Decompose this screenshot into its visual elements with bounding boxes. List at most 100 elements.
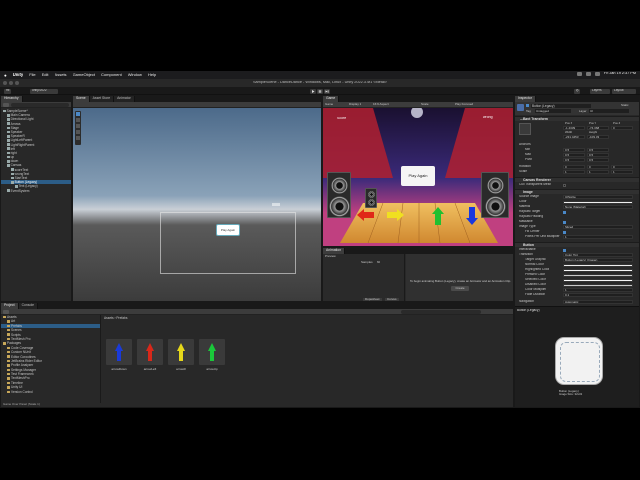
pause-button[interactable] (317, 88, 323, 94)
breadcrumb-assets[interactable]: Assets (104, 316, 114, 320)
breadcrumb-prefabs[interactable]: Prefabs (116, 316, 127, 320)
step-button[interactable] (324, 88, 330, 94)
dopesheet-button[interactable]: Dopesheet (363, 298, 382, 301)
scene-viewport[interactable]: Play Again (73, 108, 321, 301)
color-multiplier-field[interactable]: 1 (563, 288, 633, 293)
menu-component[interactable]: Component (101, 73, 122, 77)
max-y-field[interactable]: 0.5 (587, 153, 609, 158)
battery-icon[interactable] (585, 72, 591, 76)
scale-tool-icon[interactable] (76, 130, 80, 134)
rotate-tool-icon[interactable] (76, 124, 80, 128)
fade-duration-field[interactable]: 0.1 (563, 293, 633, 298)
raycast-target-checkbox[interactable] (563, 210, 566, 214)
menu-file[interactable]: File (29, 73, 35, 77)
transition-dropdown[interactable]: Color Tint (563, 253, 633, 258)
rect-transform-header[interactable]: Rect Transform (515, 116, 639, 122)
min-x-field[interactable]: 0.5 (563, 148, 585, 153)
control-center-icon[interactable] (594, 72, 600, 76)
pivot-x-field[interactable]: 0.5 (563, 158, 585, 163)
animation-timeline[interactable]: To begin animating Button (Legacy), crea… (406, 254, 513, 301)
asset-item[interactable]: arrowDown (106, 339, 132, 371)
static-toggle[interactable]: Static (621, 104, 629, 107)
layers-dropdown[interactable]: Layers (590, 88, 610, 94)
preview-toggle[interactable]: Preview (325, 255, 336, 258)
rotation-z-field[interactable]: 0 (611, 165, 633, 170)
branch-dropdown[interactable]: unity/2022 (30, 88, 58, 94)
move-tool-icon[interactable] (76, 118, 80, 122)
pivot-y-field[interactable]: 0.5 (587, 158, 609, 163)
asset-item[interactable]: arrowUp (199, 339, 225, 371)
color-swatch[interactable] (563, 200, 633, 204)
display-dropdown[interactable]: Display 1 (349, 103, 361, 106)
pos-z-field[interactable]: 0 (611, 126, 633, 131)
navigation-dropdown[interactable]: Automatic (563, 300, 633, 305)
ppu-field[interactable]: 1 (563, 235, 633, 240)
interactable-checkbox[interactable] (563, 248, 566, 252)
menu-gameobject[interactable]: GameObject (73, 73, 95, 77)
menu-edit[interactable]: Edit (42, 73, 49, 77)
object-name-field[interactable]: Button (Legacy) (531, 103, 591, 108)
canvas-renderer-header[interactable]: Canvas Renderer (515, 177, 639, 183)
anchors-foldout[interactable]: Anchors (519, 143, 531, 146)
maskable-checkbox[interactable] (563, 220, 566, 224)
play-button[interactable] (310, 88, 316, 94)
game-play-again-button[interactable]: Play Again (401, 166, 435, 186)
raycast-padding-foldout[interactable]: Raycast Padding (519, 215, 543, 218)
scale-z-field[interactable]: 1 (611, 170, 633, 175)
account-dropdown[interactable]: ml (4, 88, 12, 94)
scale-x-field[interactable]: 1 (563, 170, 585, 175)
tag-dropdown[interactable]: Untagged (535, 109, 571, 113)
asset-item[interactable]: arrowLeft (137, 339, 163, 371)
play-focused-dropdown[interactable]: Play Focused (455, 103, 473, 106)
scale-slider[interactable]: Scale (421, 103, 429, 106)
menu-help[interactable]: Help (148, 73, 156, 77)
add-object-button[interactable] (3, 103, 9, 107)
normal-color-swatch[interactable] (563, 263, 633, 267)
menu-window[interactable]: Window (128, 73, 142, 77)
curves-button[interactable]: Curves (385, 298, 399, 301)
cull-transparent-checkbox[interactable] (563, 183, 566, 187)
game-mode-dropdown[interactable]: Game (325, 103, 333, 106)
scale-y-field[interactable]: 1 (587, 170, 609, 175)
image-component-header[interactable]: Image (515, 189, 639, 195)
search-button[interactable] (574, 88, 580, 94)
rotation-x-field[interactable]: 0 (563, 165, 585, 170)
asset-item[interactable]: arrowR (168, 339, 194, 371)
material-field[interactable]: None (Material) (563, 205, 633, 210)
game-viewport[interactable]: Score wrong Play Again (323, 108, 513, 246)
active-checkbox[interactable] (526, 104, 529, 107)
folder-tree-item[interactable]: Version Control (1, 390, 100, 394)
source-image-field[interactable]: UISprite (563, 195, 633, 200)
target-graphic-field[interactable]: Button (Legacy) (Image) (563, 258, 633, 263)
aspect-dropdown[interactable]: 16:9 Aspect (373, 103, 389, 106)
project-search-input[interactable] (401, 310, 481, 314)
fill-center-checkbox[interactable] (563, 230, 566, 234)
samples-field[interactable]: 60 (377, 261, 380, 264)
menu-app-name[interactable]: Unity (13, 73, 23, 77)
min-y-field[interactable]: 0.5 (587, 148, 609, 153)
height-field[interactable]: -109.33 (587, 135, 609, 140)
selected-color-swatch[interactable] (563, 278, 633, 282)
layout-dropdown[interactable]: Layout (612, 88, 636, 94)
pos-y-field[interactable]: -74.368 (587, 126, 609, 131)
hand-tool-icon[interactable] (76, 112, 80, 116)
create-asset-button[interactable] (3, 310, 9, 314)
rotation-y-field[interactable]: 0 (587, 165, 609, 170)
hierarchy-item[interactable]: EventSystem (1, 189, 71, 193)
menu-assets[interactable]: Assets (55, 73, 67, 77)
layer-dropdown[interactable]: UI (589, 109, 629, 113)
button-component-header[interactable]: Button (515, 242, 639, 248)
highlighted-color-swatch[interactable] (563, 268, 633, 272)
menubar-clock[interactable]: Fri Jan 19 2:37 PM (604, 72, 636, 76)
pos-x-field[interactable]: -1.4339 (563, 126, 585, 131)
create-animation-button[interactable]: Create (451, 286, 469, 291)
width-field[interactable]: -231.4453 (563, 135, 585, 140)
image-type-dropdown[interactable]: Sliced (563, 225, 633, 230)
hierarchy-search-input[interactable] (11, 103, 69, 107)
scene-play-again-button[interactable]: Play Again (216, 224, 240, 236)
disabled-color-swatch[interactable] (563, 283, 633, 287)
apple-icon[interactable]: ● (4, 73, 7, 78)
max-x-field[interactable]: 0.5 (563, 153, 585, 158)
rect-tool-icon[interactable] (76, 136, 80, 140)
pressed-color-swatch[interactable] (563, 273, 633, 277)
